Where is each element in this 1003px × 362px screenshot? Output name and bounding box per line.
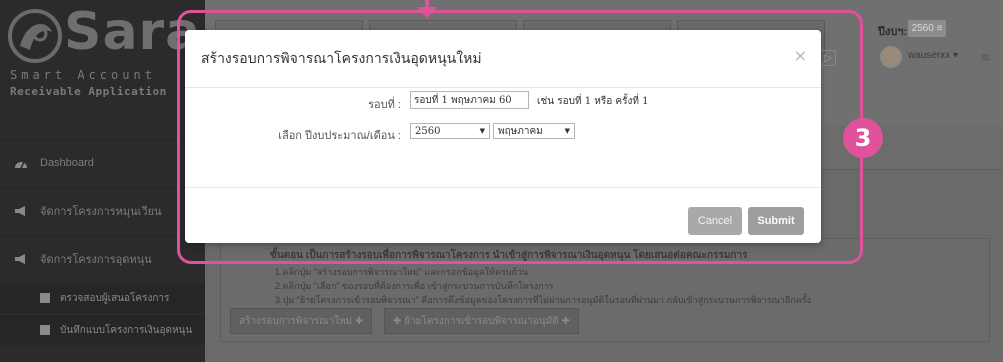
- new-round-button[interactable]: สร้างรอบการพิจารณาใหม่ ✚: [230, 308, 373, 334]
- sidebar-item-label: จัดการโครงการหมุนเวียน: [40, 205, 162, 218]
- highlight-frame: [177, 10, 863, 264]
- logo-emblem-icon: [8, 9, 62, 63]
- avatar[interactable]: [880, 46, 902, 68]
- username: wauserxx: [908, 50, 951, 61]
- sidebar-item-revolving-projects[interactable]: จัดการโครงการหมุนเวียน: [0, 188, 205, 232]
- logo-subtitle: Smart Account: [10, 68, 156, 82]
- sidebar-subitem-label: ตรวจสอบผู้เสนอโครงการ: [60, 292, 170, 304]
- user-icon: [40, 293, 50, 303]
- instruction-line: 1.คลิกปุ่ม "สร้างรอบการพิจารณาใหม่" และก…: [275, 267, 529, 277]
- megaphone-icon: [14, 253, 30, 265]
- budget-year-label: ปีงบฯ:: [878, 26, 908, 38]
- sidebar-item-label: จัดการโครงการอุดหนุน: [40, 253, 152, 266]
- step-badge: 3: [843, 118, 883, 158]
- instruction-line: 3.ปุ่ม "ย้ายโครงการเข้ารอบพิจารณา" คือกา…: [275, 295, 812, 305]
- arrow-down-icon: [417, 7, 437, 18]
- hamburger-icon[interactable]: ≡: [980, 50, 990, 64]
- sidebar-item-subsidy-projects[interactable]: จัดการโครงการอุดหนุน: [0, 236, 205, 280]
- budget-year-value: 2560: [911, 23, 934, 34]
- dashboard-icon: [14, 157, 30, 169]
- sidebar-subitem-label: บันทึกแบบโครงการเงินอุดหนุน: [60, 324, 193, 336]
- megaphone-icon: [14, 205, 30, 217]
- book-icon: [40, 325, 50, 335]
- logo-subtitle: Receivable Application: [10, 85, 167, 98]
- logo: Sara Smart Account Receivable Applicatio…: [0, 0, 205, 130]
- instruction-line: 2.คลิกปุ่ม "เลือก" ของรอบที่ต้องการเพื่อ…: [275, 281, 554, 291]
- move-project-button[interactable]: ✚ ย้ายโครงการเข้ารอบพิจารณาอนุมัติ ✚: [384, 308, 579, 334]
- user-menu[interactable]: wauserxx ▾: [908, 50, 958, 61]
- sidebar-subitem-subsidy-form[interactable]: บันทึกแบบโครงการเงินอุดหนุน: [0, 315, 205, 345]
- sidebar-subitem-check-proposers[interactable]: ตรวจสอบผู้เสนอโครงการ: [0, 283, 205, 313]
- budget-year-select[interactable]: 2560 ≡: [908, 20, 946, 37]
- sidebar-item-label: Dashboard: [40, 156, 94, 169]
- sidebar-item-dashboard[interactable]: Dashboard: [0, 140, 205, 184]
